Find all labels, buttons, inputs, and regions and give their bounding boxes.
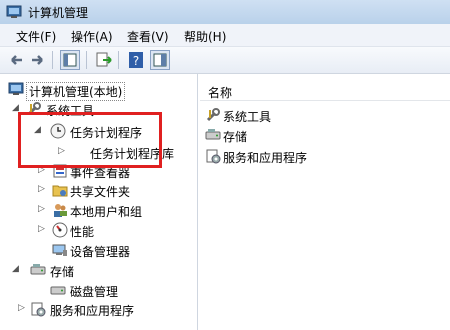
expand-arrow-icon[interactable]: ▷	[38, 204, 45, 214]
column-header-name[interactable]: 名称	[200, 80, 450, 101]
tree-item-label: 本地用户和组	[70, 205, 143, 219]
performance-icon	[52, 222, 68, 238]
help-icon[interactable]: ?	[126, 50, 146, 70]
svg-text:?: ?	[133, 54, 139, 68]
toolbar-separator	[52, 51, 53, 69]
expand-arrow-icon[interactable]: ▷	[18, 303, 25, 313]
computer-management-icon	[8, 81, 24, 97]
tree-item-label: 设备管理器	[70, 245, 131, 259]
back-arrow-icon[interactable]	[6, 50, 26, 70]
disk-management-icon	[50, 282, 66, 298]
tree-item-label: 共享文件夹	[70, 185, 131, 199]
list-item-label: 存储	[223, 130, 248, 144]
tree-item-label: 存储	[50, 265, 75, 279]
toolbar: ?	[0, 47, 450, 74]
computer-management-icon	[6, 4, 22, 23]
export-list-icon[interactable]	[94, 50, 114, 70]
device-manager-icon	[52, 242, 68, 258]
tree-item-root[interactable]: 计算机管理(本地)	[8, 80, 188, 101]
menu-view[interactable]: 查看(V)	[127, 28, 169, 45]
collapse-arrow-icon[interactable]: ◢	[12, 264, 19, 274]
list-item-label: 服务和应用程序	[223, 151, 308, 165]
tree-item-shared-folders[interactable]: ▷ 共享文件夹	[8, 181, 188, 201]
tree-item-performance[interactable]: ▷ 性能	[8, 221, 188, 241]
users-icon	[52, 202, 68, 218]
menu-action[interactable]: 操作(A)	[71, 28, 113, 45]
window-title: 计算机管理	[28, 6, 89, 20]
tree-item-storage[interactable]: ◢ 存储	[8, 261, 188, 281]
forward-arrow-icon[interactable]	[28, 50, 48, 70]
highlight-annotation-box	[18, 112, 162, 168]
tree-item-label: 服务和应用程序	[50, 304, 135, 318]
tools-icon	[205, 107, 221, 123]
list-item-label: 系统工具	[223, 110, 272, 124]
tree-item-label: 计算机管理(本地)	[26, 82, 126, 101]
storage-icon	[30, 262, 46, 278]
menu-bar: 文件(F) 操作(A) 查看(V) 帮助(H)	[0, 24, 450, 47]
toolbar-separator	[118, 51, 119, 69]
list-item-system-tools[interactable]: 系统工具	[205, 106, 405, 124]
expand-arrow-icon[interactable]: ▷	[38, 224, 45, 234]
show-hide-tree-icon[interactable]	[60, 50, 80, 70]
list-item-services-apps[interactable]: 服务和应用程序	[205, 147, 405, 165]
tree-item-services-apps[interactable]: ▷ 服务和应用程序	[8, 300, 188, 320]
tree-item-label: 性能	[70, 225, 95, 239]
services-icon	[30, 301, 46, 317]
shared-folder-icon	[52, 182, 68, 198]
services-icon	[205, 148, 221, 164]
title-bar: 计算机管理	[0, 0, 450, 24]
menu-file[interactable]: 文件(F)	[16, 28, 56, 45]
storage-icon	[205, 127, 221, 143]
tree-item-device-manager[interactable]: 设备管理器	[8, 241, 188, 261]
show-hide-action-pane-icon[interactable]	[150, 50, 170, 70]
tree-item-disk-management[interactable]: 磁盘管理	[8, 281, 188, 301]
list-item-storage[interactable]: 存储	[205, 126, 405, 144]
tree-item-local-users-groups[interactable]: ▷ 本地用户和组	[8, 201, 188, 221]
tree-item-label: 磁盘管理	[70, 285, 119, 299]
column-header-label: 名称	[208, 86, 233, 100]
menu-help[interactable]: 帮助(H)	[184, 28, 226, 45]
expand-arrow-icon[interactable]: ▷	[38, 184, 45, 194]
toolbar-separator	[86, 51, 87, 69]
